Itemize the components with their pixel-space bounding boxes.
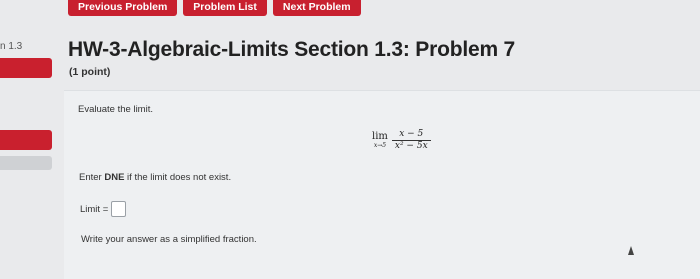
problem-prompt: Evaluate the limit.	[78, 104, 153, 115]
sidebar-item[interactable]	[0, 156, 52, 170]
sidebar-item-active[interactable]	[0, 130, 52, 150]
answer-label: Limit =	[80, 203, 109, 215]
dne-instruction: Enter DNE if the limit does not exist.	[79, 172, 231, 183]
points-label: (1 point)	[69, 66, 111, 78]
page-title: HW-3-Algebraic-Limits Section 1.3: Probl…	[68, 38, 516, 61]
sidebar: n 1.3	[0, 30, 54, 279]
sidebar-item-current[interactable]	[0, 58, 52, 78]
lim-word: lim	[372, 131, 388, 142]
numerator: x − 5	[399, 129, 424, 139]
dne-keyword: DNE	[104, 172, 125, 183]
fraction: x − 5 x² − 5x	[391, 129, 431, 152]
dne-prefix: Enter	[79, 172, 105, 183]
denominator: x² − 5x	[394, 141, 428, 151]
limit-operator: lim x→5	[372, 131, 388, 150]
answer-row: Limit =	[80, 201, 127, 217]
problem-panel	[64, 90, 700, 279]
dne-suffix: if the limit does not exist.	[124, 172, 232, 183]
problem-list-button[interactable]: Problem List	[183, 0, 267, 16]
previous-problem-button[interactable]: Previous Problem	[68, 0, 178, 16]
lim-approach: x→5	[373, 142, 387, 149]
answer-input[interactable]	[111, 201, 127, 217]
next-problem-button[interactable]: Next Problem	[272, 0, 361, 16]
answer-hint: Write your answer as a simplified fracti…	[81, 234, 257, 245]
mouse-cursor-icon	[628, 246, 634, 255]
sidebar-section-label: n 1.3	[0, 41, 23, 52]
problem-navigation: Previous Problem Problem List Next Probl…	[68, 0, 361, 16]
limit-expression: lim x→5 x − 5 x² − 5x	[372, 129, 431, 152]
